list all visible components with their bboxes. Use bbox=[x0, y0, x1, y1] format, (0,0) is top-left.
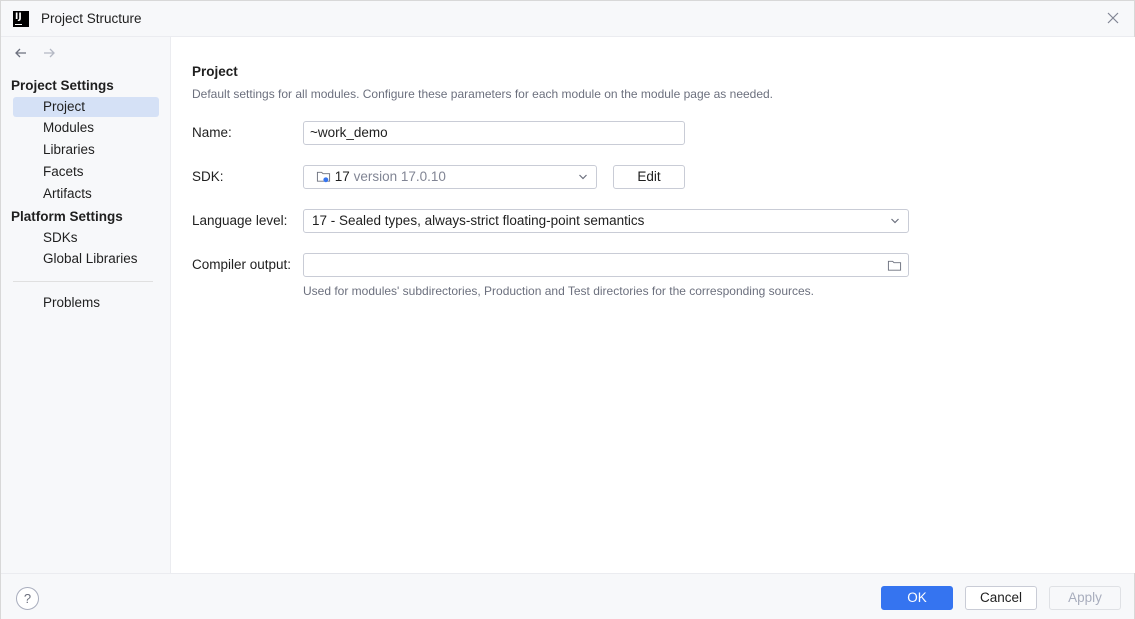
language-level-label: Language level: bbox=[192, 213, 288, 228]
sdk-folder-icon bbox=[316, 171, 331, 183]
project-settings-panel: Project Default settings for all modules… bbox=[172, 37, 1135, 573]
intellij-app-icon: IJ bbox=[13, 11, 29, 27]
sidebar-item-problems[interactable]: Problems bbox=[13, 293, 159, 313]
help-icon[interactable]: ? bbox=[16, 587, 39, 610]
forward-arrow-icon[interactable] bbox=[41, 45, 57, 61]
name-input[interactable]: ~work_demo bbox=[303, 121, 685, 145]
platform-settings-header: Platform Settings bbox=[11, 209, 123, 224]
window-title: Project Structure bbox=[41, 11, 142, 26]
sidebar-item-artifacts[interactable]: Artifacts bbox=[13, 184, 159, 204]
sidebar-item-sdks[interactable]: SDKs bbox=[13, 228, 159, 248]
sidebar-item-facets[interactable]: Facets bbox=[13, 162, 159, 182]
title-bar: IJ Project Structure bbox=[1, 1, 1134, 37]
sidebar-divider bbox=[13, 281, 153, 282]
sidebar-item-libraries[interactable]: Libraries bbox=[13, 140, 159, 160]
cancel-button[interactable]: Cancel bbox=[965, 586, 1037, 610]
dialog-button-bar: ? OK Cancel Apply bbox=[1, 573, 1134, 619]
ok-button[interactable]: OK bbox=[881, 586, 953, 610]
compiler-output-input[interactable] bbox=[303, 253, 909, 277]
sdk-name: 17 bbox=[334, 169, 350, 184]
edit-sdk-button[interactable]: Edit bbox=[613, 165, 685, 189]
page-description: Default settings for all modules. Config… bbox=[192, 87, 774, 101]
language-level-value: 17 - Sealed types, always-strict floatin… bbox=[312, 213, 645, 228]
compiler-output-label: Compiler output: bbox=[192, 257, 292, 272]
back-arrow-icon[interactable] bbox=[13, 45, 29, 61]
sdk-dropdown[interactable]: 17 version 17.0.10 bbox=[303, 165, 597, 189]
page-title: Project bbox=[192, 64, 238, 79]
nav-arrows bbox=[13, 45, 65, 61]
app-icon-text: IJ bbox=[15, 12, 22, 22]
apply-button[interactable]: Apply bbox=[1049, 586, 1121, 610]
sidebar-item-project[interactable]: Project bbox=[13, 97, 159, 117]
name-input-value: ~work_demo bbox=[310, 125, 388, 140]
project-settings-header: Project Settings bbox=[11, 78, 114, 93]
chevron-down-icon bbox=[891, 218, 899, 224]
project-structure-dialog: IJ Project Structure Project Settings Pr… bbox=[0, 0, 1135, 619]
sidebar: Project Settings Project Modules Librari… bbox=[1, 37, 171, 573]
name-label: Name: bbox=[192, 125, 232, 140]
chevron-down-icon bbox=[579, 174, 587, 180]
close-icon[interactable] bbox=[1106, 11, 1120, 25]
language-level-dropdown[interactable]: 17 - Sealed types, always-strict floatin… bbox=[303, 209, 909, 233]
compiler-output-hint: Used for modules' subdirectories, Produc… bbox=[303, 284, 814, 298]
sdk-label: SDK: bbox=[192, 169, 224, 184]
folder-icon[interactable] bbox=[887, 258, 902, 273]
sidebar-item-global-libraries[interactable]: Global Libraries bbox=[13, 249, 159, 269]
sdk-version: version 17.0.10 bbox=[353, 169, 446, 184]
sidebar-item-modules[interactable]: Modules bbox=[13, 118, 159, 138]
